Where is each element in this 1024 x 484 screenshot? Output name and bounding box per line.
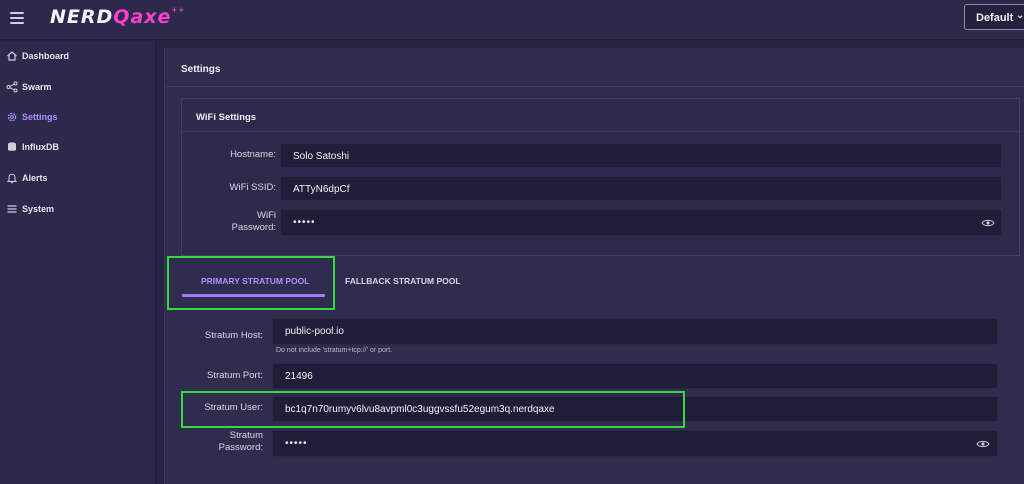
hamburger-menu-icon[interactable] [10,12,24,24]
stratum-user-label: Stratum User: [204,402,263,413]
sidebar-item-influxdb[interactable]: InfluxDB [0,132,156,162]
stratum-password-value: ••••• [285,438,308,449]
stratum-host-input[interactable]: public-pool.io [272,318,998,345]
sidebar-item-settings[interactable]: Settings [0,102,156,132]
menu-icon [7,205,17,213]
stratum-port-input[interactable]: 21496 [272,363,998,389]
wifi-password-input[interactable]: ••••• [280,209,1002,236]
wifi-password-value: ••••• [293,217,316,228]
stratum-port-label: Stratum Port: [207,370,263,381]
top-bar: NERDQaxe++ Default ⌄ [0,0,1024,40]
app-logo: NERDQaxe++ [50,6,186,28]
stratum-port-value: 21496 [285,371,313,382]
database-icon [8,142,16,151]
sidebar-item-label: Swarm [22,82,52,92]
eye-icon[interactable] [981,218,995,228]
card-title: WiFi Settings [196,112,257,123]
sidebar-item-label: Dashboard [22,51,70,61]
sidebar-item-swarm[interactable]: Swarm [0,72,156,102]
wifi-password-label: WiFi Password: [231,210,276,233]
divider [165,86,1024,87]
eye-icon[interactable] [976,439,990,449]
tab-primary-stratum-pool[interactable]: PRIMARY STRATUM POOL [201,276,309,286]
wifi-ssid-label: WiFi SSID: [229,182,276,193]
theme-select[interactable]: Default ⌄ [964,4,1024,30]
stratum-host-value: public-pool.io [285,326,344,337]
page-title: Settings [181,64,221,75]
stratum-host-label: Stratum Host: [204,330,263,341]
stratum-password-input[interactable]: ••••• [272,430,998,457]
home-icon [7,51,17,61]
sidebar-item-label: InfluxDB [22,142,59,152]
stratum-password-label: Stratum Password: [218,430,263,453]
sidebar-item-dashboard[interactable]: Dashboard [0,41,156,71]
sidebar-item-label: Settings [22,112,58,122]
sidebar-item-alerts[interactable]: Alerts [0,163,156,193]
chevron-down-icon: ⌄ [1016,10,1024,21]
hostname-label: Hostname: [230,149,276,160]
bell-icon [6,173,18,184]
share-icon [6,81,18,93]
gear-icon [7,112,17,122]
divider [182,131,1019,132]
main-content: Settings WiFi Settings Hostname: Solo Sa… [164,48,1024,484]
active-tab-indicator [182,294,325,297]
stratum-user-input[interactable]: bc1q7n70rumyv6lvu8avpml0c3uggvssfu52egum… [272,396,998,422]
theme-select-value: Default [976,12,1014,24]
sidebar-item-system[interactable]: System [0,194,156,224]
hostname-input[interactable]: Solo Satoshi [280,143,1002,168]
stratum-user-value: bc1q7n70rumyv6lvu8avpml0c3uggvssfu52egum… [285,404,555,415]
sidebar: Dashboard Swarm Settings InfluxDB Alerts… [0,41,156,484]
tab-fallback-stratum-pool[interactable]: FALLBACK STRATUM POOL [345,276,461,286]
sidebar-item-label: System [22,204,55,214]
stratum-host-hint: Do not include 'stratum+tcp://' or port. [276,347,393,354]
wifi-settings-card: WiFi Settings Hostname: Solo Satoshi WiF… [181,98,1020,256]
wifi-ssid-value: ATTyN6dpCf [293,184,350,195]
sidebar-item-label: Alerts [22,173,48,183]
wifi-ssid-input[interactable]: ATTyN6dpCf [280,176,1002,201]
hostname-value: Solo Satoshi [293,151,350,162]
